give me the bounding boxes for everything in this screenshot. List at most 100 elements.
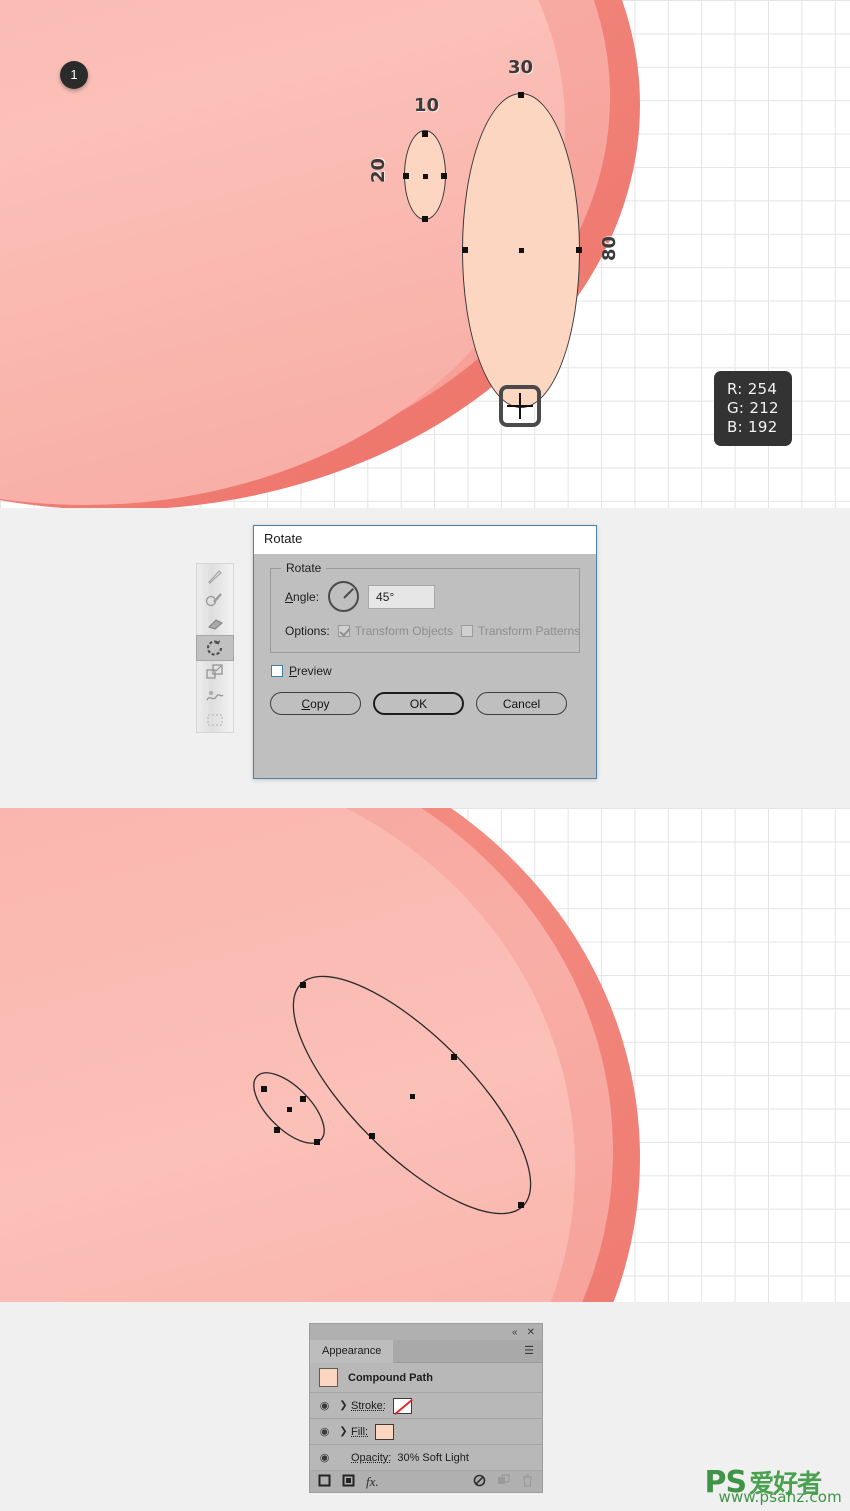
- object-name: Compound Path: [348, 1371, 433, 1384]
- anchor-center-point[interactable]: [410, 1094, 415, 1099]
- transform-objects-option[interactable]: Transform Objects: [337, 624, 453, 638]
- ok-button[interactable]: OK: [373, 692, 464, 715]
- preview-label: Preview: [289, 664, 332, 678]
- appearance-row-fill[interactable]: ◉ ❯ Fill:: [310, 1419, 542, 1445]
- anchor-point[interactable]: [314, 1139, 320, 1145]
- rgb-b-value: 192: [748, 418, 778, 436]
- transform-patterns-checkbox[interactable]: [460, 625, 473, 637]
- opacity-label: Opacity:: [351, 1451, 392, 1464]
- visibility-eye-icon[interactable]: ◉: [313, 1451, 336, 1464]
- stroke-swatch[interactable]: [392, 1397, 412, 1414]
- measure-label-width-small: 10: [414, 95, 440, 116]
- anchor-center-point[interactable]: [287, 1107, 292, 1112]
- warp-tool-icon[interactable]: [197, 684, 233, 708]
- anchor-point[interactable]: [369, 1133, 375, 1139]
- anchor-point[interactable]: [576, 247, 582, 253]
- appearance-object-row: Compound Path: [310, 1363, 542, 1393]
- canvas-panel-step-two: 2: [0, 808, 850, 1302]
- step-badge-1: 1: [60, 61, 88, 89]
- opacity-value[interactable]: 30% Soft Light: [397, 1452, 469, 1464]
- rotate-tool-icon[interactable]: [196, 635, 234, 661]
- rgb-g-value: 212: [749, 399, 779, 417]
- clear-appearance-icon[interactable]: [473, 1474, 486, 1490]
- object-swatch[interactable]: [319, 1368, 338, 1387]
- collapse-icon[interactable]: «: [512, 1327, 518, 1338]
- anchor-point[interactable]: [451, 1054, 457, 1060]
- free-transform-tool-icon[interactable]: [197, 708, 233, 732]
- appearance-panel-topbar: « ✕: [310, 1324, 542, 1340]
- measure-label-height-small: 20: [368, 157, 390, 184]
- cancel-button[interactable]: Cancel: [476, 692, 567, 715]
- transform-patterns-option[interactable]: Transform Patterns: [460, 624, 581, 638]
- measure-label-width-large: 30: [508, 57, 534, 78]
- anchor-point[interactable]: [518, 92, 524, 98]
- tab-appearance[interactable]: Appearance: [310, 1339, 394, 1363]
- canvas-panel-step-one: 10 20 30 80 R: 254 G: 212 B: 192 1: [0, 0, 850, 508]
- watermark: PS 爱好者 www.psahz.com: [704, 1468, 842, 1505]
- options-label: Options:: [285, 624, 330, 638]
- tool-strip: [196, 563, 234, 733]
- rotation-origin-marker[interactable]: [499, 385, 541, 427]
- anchor-point[interactable]: [274, 1127, 280, 1133]
- paintbrush-tool-icon[interactable]: [197, 564, 233, 588]
- appearance-row-stroke[interactable]: ◉ ❯ Stroke:: [310, 1393, 542, 1419]
- anchor-point[interactable]: [403, 173, 409, 179]
- transform-patterns-label: Transform Patterns: [477, 624, 581, 638]
- dialog-title: Rotate: [264, 531, 303, 546]
- dialog-button-row: Copy OK Cancel: [270, 692, 580, 715]
- anchor-point[interactable]: [462, 247, 468, 253]
- expand-chevron-icon[interactable]: ❯: [336, 1426, 351, 1437]
- options-row: Options: Transform Objects Transform Pat…: [285, 624, 580, 638]
- watermark-url: www.psahz.com: [718, 1488, 842, 1506]
- angle-field-row: Angle:: [285, 581, 565, 612]
- measure-label-height-large: 80: [599, 235, 621, 262]
- rotate-fieldset: Rotate Angle: Options: Transform Objects…: [270, 561, 580, 653]
- visibility-eye-icon[interactable]: ◉: [313, 1399, 336, 1412]
- color-readout-chip: R: 254 G: 212 B: 192: [714, 371, 792, 446]
- add-new-fill-icon[interactable]: [342, 1474, 355, 1490]
- expand-chevron-icon[interactable]: ❯: [336, 1400, 351, 1411]
- preview-checkbox[interactable]: [271, 665, 283, 677]
- rotated-ellipses-overlay: [253, 975, 532, 1215]
- delete-item-icon[interactable]: [521, 1474, 534, 1490]
- angle-dial[interactable]: [328, 581, 360, 612]
- close-icon[interactable]: ✕: [527, 1327, 535, 1338]
- fieldset-legend: Rotate: [281, 561, 327, 575]
- dialog-title-bar: Rotate: [254, 526, 596, 554]
- anchor-point[interactable]: [422, 216, 428, 222]
- appearance-row-opacity[interactable]: ◉ Opacity: 30% Soft Light: [310, 1445, 542, 1471]
- anchor-point[interactable]: [300, 1096, 306, 1102]
- appearance-footer-toolbar: fx.: [310, 1471, 542, 1492]
- fill-label: Fill:: [351, 1425, 369, 1438]
- anchor-point[interactable]: [518, 1202, 524, 1208]
- anchor-center-point[interactable]: [423, 174, 428, 179]
- rgb-r-value: 254: [747, 380, 778, 398]
- appearance-tab-row: Appearance ☰: [310, 1339, 542, 1363]
- anchor-point[interactable]: [422, 131, 428, 137]
- pencil-tool-icon[interactable]: [197, 588, 233, 612]
- appearance-panel: « ✕ Appearance ☰ Compound Path ◉ ❯ Strok…: [309, 1323, 543, 1493]
- anchor-point[interactable]: [300, 982, 306, 988]
- anchor-point[interactable]: [441, 173, 447, 179]
- transform-objects-label: Transform Objects: [354, 624, 453, 638]
- anchor-point[interactable]: [261, 1086, 267, 1092]
- anchor-center-point[interactable]: [519, 248, 524, 253]
- angle-input[interactable]: [368, 584, 436, 609]
- transform-objects-checkbox[interactable]: [337, 625, 350, 637]
- rgb-b-label: B:: [727, 418, 743, 436]
- rgb-g-label: G:: [727, 399, 745, 417]
- copy-button[interactable]: Copy: [270, 692, 361, 715]
- angle-label: Angle:: [285, 589, 320, 604]
- eraser-tool-icon[interactable]: [197, 612, 233, 636]
- add-new-effect-icon[interactable]: fx.: [366, 1475, 379, 1488]
- scale-tool-icon[interactable]: [197, 660, 233, 684]
- visibility-eye-icon[interactable]: ◉: [313, 1425, 336, 1438]
- rotate-dialog: Rotate Rotate Angle: Options: Transform …: [253, 525, 597, 779]
- rgb-r-label: R:: [727, 380, 743, 398]
- fill-swatch[interactable]: [375, 1423, 395, 1440]
- stroke-label: Stroke:: [351, 1399, 386, 1412]
- preview-row[interactable]: Preview: [271, 664, 580, 678]
- add-new-stroke-icon[interactable]: [318, 1474, 331, 1490]
- duplicate-item-icon[interactable]: [497, 1473, 510, 1490]
- panel-menu-icon[interactable]: ☰: [524, 1345, 542, 1357]
